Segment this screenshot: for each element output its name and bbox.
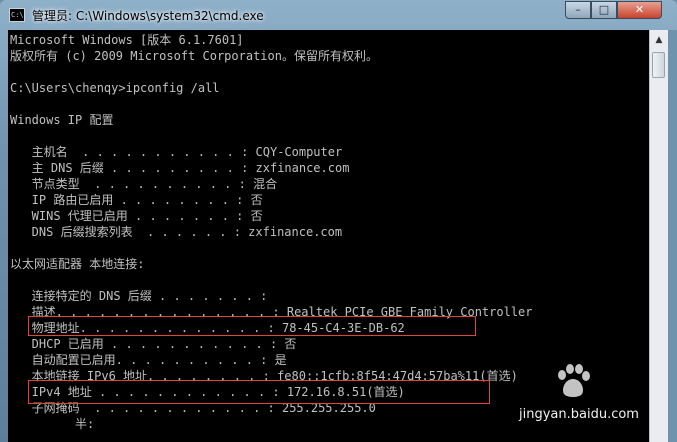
console-line: Windows IP 配置 [10,113,114,127]
ipv4-address-highlight-box [28,380,490,404]
console-line: Microsoft Windows [版本 6.1.7601] [10,33,244,47]
console-line: 主 DNS 后缀 . . . . . . . . . : zxfinance.c… [10,161,350,175]
mac-address-highlight-box [28,316,476,336]
console-line: 半: [10,417,95,431]
cmd-app-icon[interactable]: C:\ [9,8,25,22]
console-line: 以太网适配器 本地连接: [10,257,145,271]
console-line: 主机名 . . . . . . . . . . . : CQY-Computer [10,145,343,159]
console-line: C:\Users\chenqy>ipconfig /all [10,81,220,95]
scroll-thumb[interactable] [652,52,665,78]
console-line: DHCP 已启用 . . . . . . . . . . . : 否 [10,337,297,351]
scroll-up-arrow-icon[interactable]: ▲ [651,32,667,48]
console-line: IP 路由已启用 . . . . . . . . : 否 [10,193,263,207]
console-line: WINS 代理已启用 . . . . . . . : 否 [10,209,263,223]
console-line: 版权所有 (c) 2009 Microsoft Corporation。保留所有… [10,49,378,63]
vertical-scrollbar[interactable]: ▲ [649,30,668,442]
window-frame-edge [668,30,677,442]
console-line: 连接特定的 DNS 后缀 . . . . . . . : [10,289,268,303]
console-line: 自动配置已启用. . . . . . . . . . : 是 [10,353,287,367]
minimize-button[interactable]: – [565,1,591,19]
baidu-paw-logo-icon [558,364,590,397]
console-line: DNS 后缀搜索列表 . . . . . . : zxfinance.com [10,225,343,239]
maximize-button[interactable]: □ [591,1,617,19]
watermark-text: jingyan.baidu.com [519,407,639,422]
console-line: 节点类型 . . . . . . . . . . : 混合 [10,177,278,191]
cmd-window: C:\ 管理员: C:\Windows\system32\cmd.exe – □… [0,0,677,442]
close-button[interactable]: ✕ [617,1,662,19]
window-title: 管理员: C:\Windows\system32\cmd.exe [32,9,264,23]
title-bar[interactable]: C:\ 管理员: C:\Windows\system32\cmd.exe – □… [0,0,677,30]
